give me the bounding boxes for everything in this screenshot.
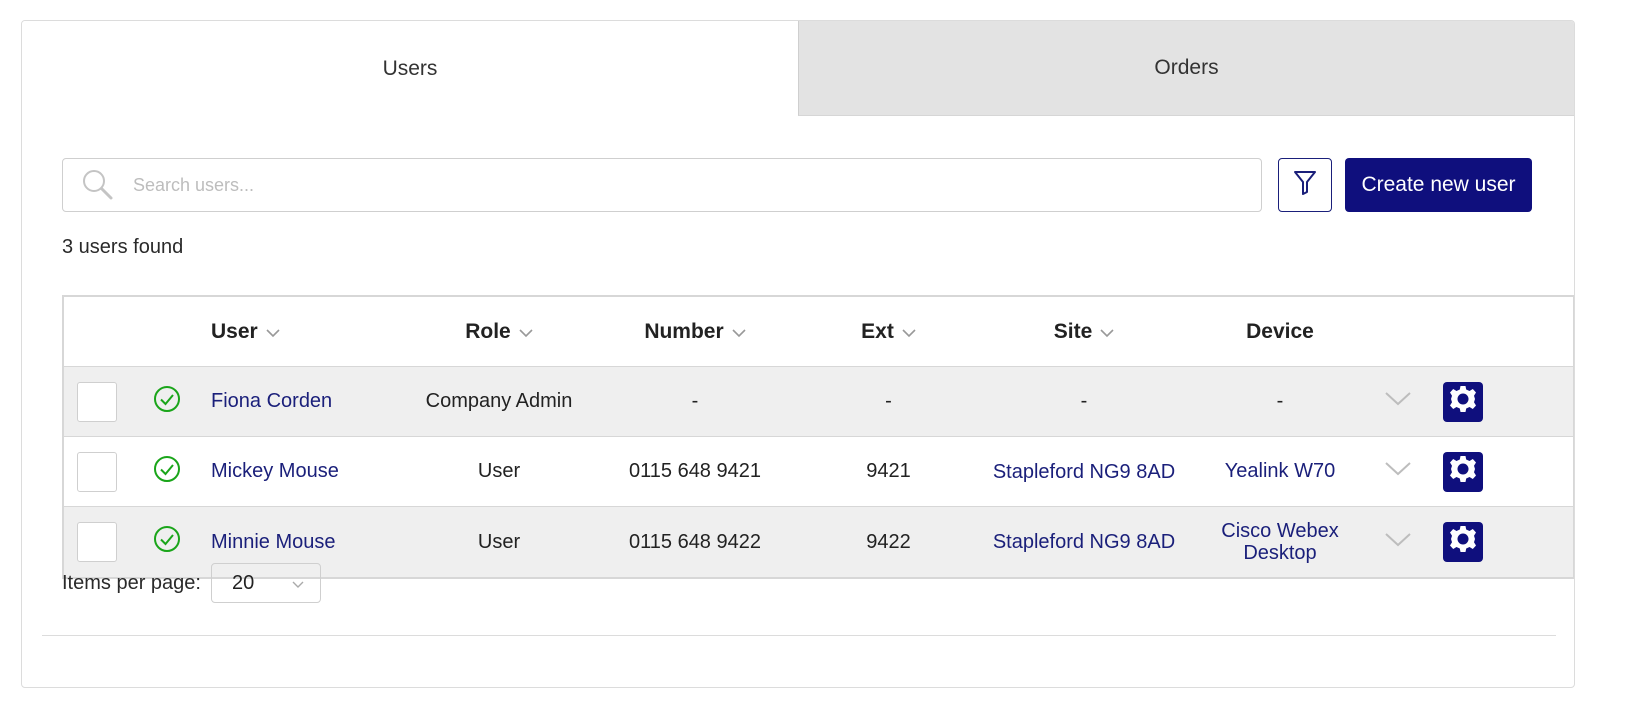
chevron-down-icon [1384,390,1412,413]
search-icon [63,159,133,211]
user-number: 0115 648 9421 [629,460,761,482]
column-header-ext[interactable]: Ext [791,297,986,366]
expand-row-button[interactable] [1378,437,1433,506]
chevron-down-icon [1384,460,1412,483]
user-site: - [1080,390,1088,412]
settings-button[interactable] [1443,381,1483,422]
users-card: Users Orders Create new user 3 users fou… [21,20,1575,688]
column-header-device: Device [1246,319,1314,343]
row-checkbox[interactable] [77,522,117,562]
user-site-link[interactable]: Stapleford NG9 8AD [986,437,1182,506]
column-header-role[interactable]: Role [399,297,599,366]
settings-button[interactable] [1443,522,1483,562]
results-count: 3 users found [62,236,184,258]
items-per-page-select[interactable]: 20 [210,563,321,603]
gear-icon [1448,454,1478,490]
pagination: Items per page: 20 [62,563,321,603]
column-header-site[interactable]: Site [986,297,1182,366]
search-box [62,158,1262,212]
user-device: - [1276,390,1284,412]
user-ext: 9421 [866,460,911,482]
table-row: Fiona Corden Company Admin - - - - [64,367,1573,437]
tab-orders[interactable]: Orders [798,21,1574,116]
user-role: User [477,530,521,553]
expand-row-button[interactable] [1378,367,1433,436]
gear-icon [1448,384,1478,420]
chevron-down-icon [519,320,533,344]
user-ext: - [885,390,892,412]
column-header-number[interactable]: Number [599,297,791,366]
settings-button[interactable] [1443,451,1483,492]
gear-icon [1448,524,1478,560]
tab-users[interactable]: Users [22,21,798,116]
user-name-link[interactable]: Fiona Corden [209,367,399,436]
chevron-down-icon [292,572,304,595]
filter-icon [1293,170,1317,201]
chevron-down-icon [266,320,280,344]
check-circle-icon [153,525,181,559]
user-number: 0115 648 9422 [629,530,761,553]
expand-row-button[interactable] [1378,507,1433,577]
user-role: User [477,460,521,482]
user-site-link[interactable]: Stapleford NG9 8AD [986,507,1182,577]
create-user-button[interactable]: Create new user [1345,158,1532,212]
filter-button[interactable] [1278,158,1332,212]
user-device-link[interactable]: Cisco Webex Desktop [1182,507,1378,577]
row-checkbox[interactable] [77,381,117,422]
check-circle-icon [153,385,181,419]
user-number: - [691,390,699,412]
users-table: User Role Number Ext Site Device Fiona C… [62,295,1574,579]
row-checkbox[interactable] [77,451,117,492]
user-device-link[interactable]: Yealink W70 [1182,437,1378,506]
chevron-down-icon [732,320,746,344]
user-ext: 9422 [866,530,911,553]
table-row: Mickey Mouse User 0115 648 9421 9421 Sta… [64,437,1573,507]
chevron-down-icon [1384,531,1412,554]
user-role: Company Admin [425,390,573,412]
table-header: User Role Number Ext Site Device [64,297,1573,367]
check-circle-icon [153,455,181,489]
tab-bar: Users Orders [22,21,1574,116]
chevron-down-icon [902,320,916,344]
divider [42,635,1556,636]
chevron-down-icon [1100,320,1114,344]
search-input[interactable] [133,160,1261,210]
items-per-page-label: Items per page: [62,571,201,594]
user-name-link[interactable]: Mickey Mouse [209,437,399,506]
column-header-user[interactable]: User [209,297,399,366]
